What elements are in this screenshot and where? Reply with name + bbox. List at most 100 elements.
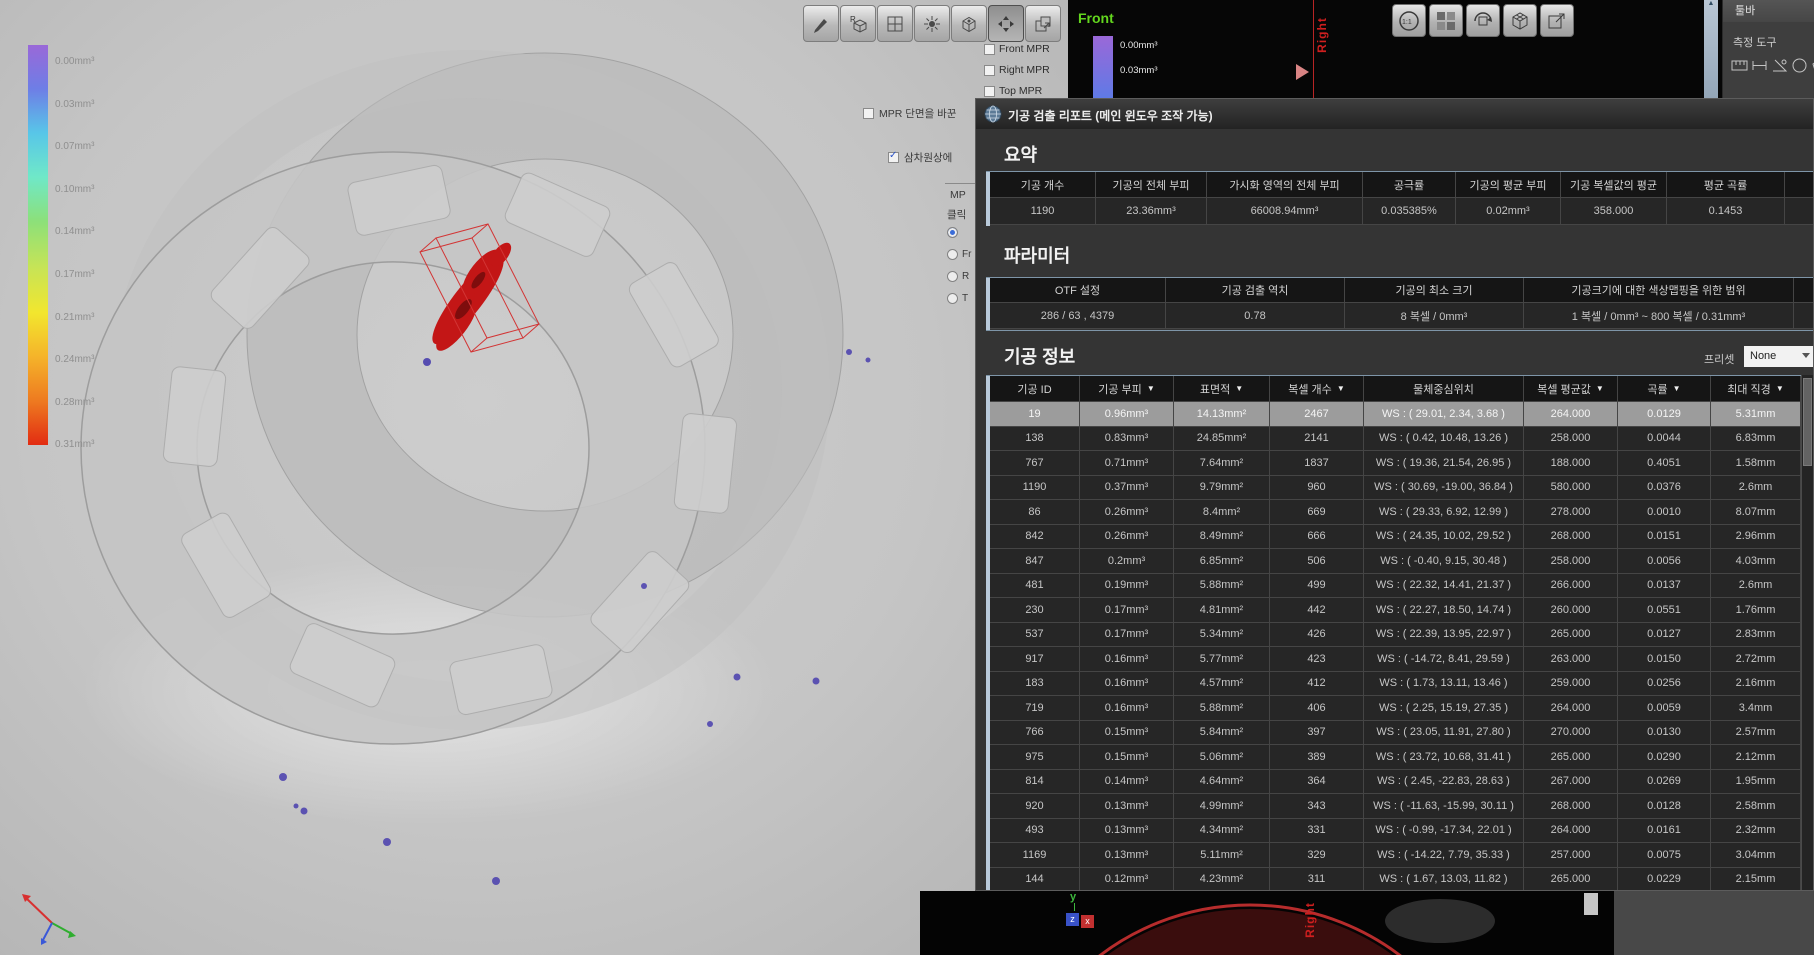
pore-table-cell[interactable]: 4.34mm² — [1174, 819, 1270, 844]
pore-table-cell[interactable]: WS : ( 22.39, 13.95, 22.97 ) — [1364, 623, 1524, 648]
radio-icon[interactable] — [947, 271, 958, 282]
pore-table-cell[interactable]: 2467 — [1270, 402, 1364, 427]
pore-table-cell[interactable]: 8.4mm² — [1174, 500, 1270, 525]
pore-table-cell[interactable]: 2.6mm — [1711, 574, 1801, 599]
pore-table-cell[interactable]: 666 — [1270, 525, 1364, 550]
pore-table-cell[interactable]: 389 — [1270, 745, 1364, 770]
pore-table-cell[interactable]: 0.26mm³ — [1080, 525, 1174, 550]
pore-table-cell[interactable]: 2.15mm — [1711, 868, 1801, 892]
pore-table-cell[interactable]: 5.06mm² — [1174, 745, 1270, 770]
pore-table-cell[interactable]: 311 — [1270, 868, 1364, 892]
pore-table-cell[interactable]: 0.0137 — [1618, 574, 1711, 599]
pore-table-cell[interactable]: 406 — [1270, 696, 1364, 721]
scrollbar-thumb[interactable] — [1584, 893, 1598, 915]
pore-table-cell[interactable]: 0.0229 — [1618, 868, 1711, 892]
pore-table-cell[interactable]: 0.0075 — [1618, 843, 1711, 868]
pore-table-cell[interactable]: 0.13mm³ — [1080, 819, 1174, 844]
pore-table-cell[interactable]: 259.000 — [1524, 672, 1618, 697]
radio-option[interactable]: R — [947, 270, 969, 283]
pore-table-cell[interactable]: 442 — [1270, 598, 1364, 623]
pore-table-cell[interactable]: 4.99mm² — [1174, 794, 1270, 819]
pore-table-cell[interactable]: 7.64mm² — [1174, 451, 1270, 476]
pore-table-cell[interactable]: 0.16mm³ — [1080, 672, 1174, 697]
pore-table-cell[interactable]: 0.15mm³ — [1080, 721, 1174, 746]
pore-column-header[interactable]: 복셀 평균값▼ — [1524, 376, 1618, 402]
pore-table-cell[interactable]: 0.0551 — [1618, 598, 1711, 623]
pore-table-cell[interactable]: 5.31mm — [1711, 402, 1801, 427]
pore-table-cell[interactable]: WS : ( 19.36, 21.54, 26.95 ) — [1364, 451, 1524, 476]
pore-column-header[interactable]: 곡률▼ — [1618, 376, 1711, 402]
pore-table-cell[interactable]: 0.37mm³ — [1080, 476, 1174, 501]
pore-table-cell[interactable]: 0.96mm³ — [1080, 402, 1174, 427]
pore-table-cell[interactable]: 580.000 — [1524, 476, 1618, 501]
pore-table-cell[interactable]: 397 — [1270, 721, 1364, 746]
pore-table-cell[interactable]: 4.81mm² — [1174, 598, 1270, 623]
pore-table-cell[interactable]: 8.49mm² — [1174, 525, 1270, 550]
pore-table-cell[interactable]: 0.0059 — [1618, 696, 1711, 721]
pore-table-cell[interactable]: 0.19mm³ — [1080, 574, 1174, 599]
pore-table-cell[interactable]: 260.000 — [1524, 598, 1618, 623]
pore-table-cell[interactable]: 6.85mm² — [1174, 549, 1270, 574]
front-mpr-viewport[interactable]: Front 0.00mm³0.03mm³ Right 1:1 ▲ — [1068, 0, 1722, 98]
pore-table-cell[interactable]: 6.83mm — [1711, 427, 1801, 452]
pore-table-cell[interactable]: 331 — [1270, 819, 1364, 844]
annotate-pen-button[interactable] — [803, 5, 839, 42]
pore-table-cell[interactable]: 2141 — [1270, 427, 1364, 452]
pore-table-cell[interactable]: WS : ( 23.05, 11.91, 27.80 ) — [1364, 721, 1524, 746]
pore-table-cell[interactable]: 265.000 — [1524, 868, 1618, 892]
viewport-scrollbar[interactable]: ▲ — [1704, 0, 1718, 98]
pore-table-cell[interactable]: 426 — [1270, 623, 1364, 648]
mpr-plane-checkbox-row[interactable]: Right MPR — [984, 63, 1050, 77]
pore-table-cell[interactable]: WS : ( 29.33, 6.92, 12.99 ) — [1364, 500, 1524, 525]
reset-orientation-button[interactable] — [1466, 4, 1500, 37]
pore-table-cell[interactable]: 499 — [1270, 574, 1364, 599]
pore-table-cell[interactable]: 144 — [990, 868, 1080, 892]
pore-table-cell[interactable]: 138 — [990, 427, 1080, 452]
pore-table-cell[interactable]: 0.2mm³ — [1080, 549, 1174, 574]
pore-table-cell[interactable]: 266.000 — [1524, 574, 1618, 599]
pore-table-cell[interactable]: 5.11mm² — [1174, 843, 1270, 868]
pore-table-cell[interactable]: 263.000 — [1524, 647, 1618, 672]
layout-panes-button[interactable] — [1429, 4, 1463, 37]
pore-table-cell[interactable]: 1190 — [990, 476, 1080, 501]
pore-table-cell[interactable]: 5.88mm² — [1174, 696, 1270, 721]
pore-table-cell[interactable]: 2.58mm — [1711, 794, 1801, 819]
pore-table-cell[interactable]: 230 — [990, 598, 1080, 623]
show-3d-checkbox-row[interactable]: 삼차원상에 — [888, 150, 972, 165]
pore-table-cell[interactable]: 265.000 — [1524, 745, 1618, 770]
report-titlebar[interactable]: 기공 검출 리포트 (메인 윈도우 조작 가능) — [976, 99, 1814, 129]
pore-table-cell[interactable]: 257.000 — [1524, 843, 1618, 868]
pore-table-cell[interactable]: 268.000 — [1524, 794, 1618, 819]
pore-table-cell[interactable]: 920 — [990, 794, 1080, 819]
3d-viewport[interactable]: 0.00mm³0.03mm³0.07mm³0.10mm³0.14mm³0.17m… — [0, 0, 1068, 955]
pore-table-cell[interactable]: 719 — [990, 696, 1080, 721]
pore-report-panel[interactable]: 기공 검출 리포트 (메인 윈도우 조작 가능) 요약 기공 개수기공의 전체 … — [975, 98, 1814, 891]
pore-table-cell[interactable]: 2.72mm — [1711, 647, 1801, 672]
pore-table-cell[interactable]: WS : ( 24.35, 10.02, 29.52 ) — [1364, 525, 1524, 550]
sort-desc-icon[interactable]: ▼ — [1337, 384, 1345, 393]
pore-table-cell[interactable]: 1.58mm — [1711, 451, 1801, 476]
radio-icon[interactable] — [947, 293, 958, 304]
pore-table-cell[interactable]: WS : ( 0.42, 10.48, 13.26 ) — [1364, 427, 1524, 452]
export-view-button[interactable] — [1025, 5, 1061, 42]
pore-table-cell[interactable]: 0.0044 — [1618, 427, 1711, 452]
pore-table-cell[interactable]: 506 — [1270, 549, 1364, 574]
pore-table-cell[interactable]: WS : ( -11.63, -15.99, 30.11 ) — [1364, 794, 1524, 819]
pore-column-header[interactable]: 표면적▼ — [1174, 376, 1270, 402]
pore-table-cell[interactable]: WS : ( 30.69, -19.00, 36.84 ) — [1364, 476, 1524, 501]
pore-table-cell[interactable]: 2.83mm — [1711, 623, 1801, 648]
pore-table-cell[interactable]: WS : ( 1.67, 13.03, 11.82 ) — [1364, 868, 1524, 892]
sort-desc-icon[interactable]: ▼ — [1235, 384, 1243, 393]
sort-desc-icon[interactable]: ▼ — [1147, 384, 1155, 393]
pore-table-cell[interactable]: 264.000 — [1524, 819, 1618, 844]
pore-column-header[interactable]: 최대 직경▼ — [1711, 376, 1801, 402]
pore-column-header[interactable]: 기공 ID — [990, 376, 1080, 402]
pore-table-cell[interactable]: WS : ( 23.72, 10.68, 31.41 ) — [1364, 745, 1524, 770]
ruler-icon[interactable] — [1731, 57, 1748, 74]
pore-table-cell[interactable]: WS : ( 22.27, 18.50, 14.74 ) — [1364, 598, 1524, 623]
pore-table-cell[interactable]: 847 — [990, 549, 1080, 574]
pore-table-cell[interactable]: 86 — [990, 500, 1080, 525]
pore-table-cell[interactable]: 960 — [1270, 476, 1364, 501]
mpr-plane-checkbox-row[interactable]: Front MPR — [984, 42, 1050, 56]
pore-table-cell[interactable]: 0.12mm³ — [1080, 868, 1174, 892]
